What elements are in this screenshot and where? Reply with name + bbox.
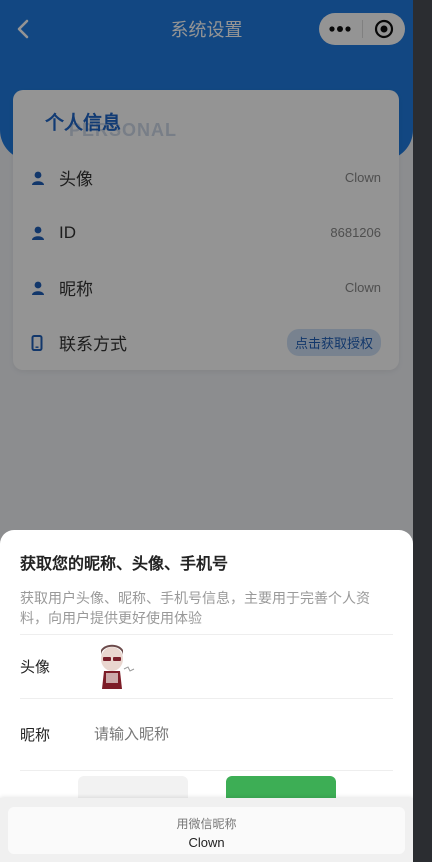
avatar-row: 头像	[20, 635, 393, 699]
nickname-row: 昵称	[20, 699, 393, 771]
wechat-nickname-suggestion[interactable]: 用微信昵称 Clown	[8, 807, 405, 854]
nickname-suggestion-bar: 用微信昵称 Clown	[0, 798, 413, 862]
avatar-image[interactable]	[94, 641, 138, 693]
suggestion-value: Clown	[188, 835, 225, 850]
nickname-input[interactable]	[94, 726, 294, 743]
suggestion-label: 用微信昵称	[176, 817, 237, 831]
nickname-label: 昵称	[20, 727, 51, 744]
sheet-description: 获取用户头像、昵称、手机号信息，主要用于完善个人资料，向用户提供更好使用体验	[20, 588, 393, 635]
avatar-label: 头像	[20, 659, 51, 676]
mini-program-page: 系统设置 PERSONAL 个人信息 头像 Clown ID 8681206 昵…	[0, 0, 413, 862]
sheet-title: 获取您的昵称、头像、手机号	[20, 556, 229, 573]
window-scrollbar[interactable]	[413, 0, 432, 862]
